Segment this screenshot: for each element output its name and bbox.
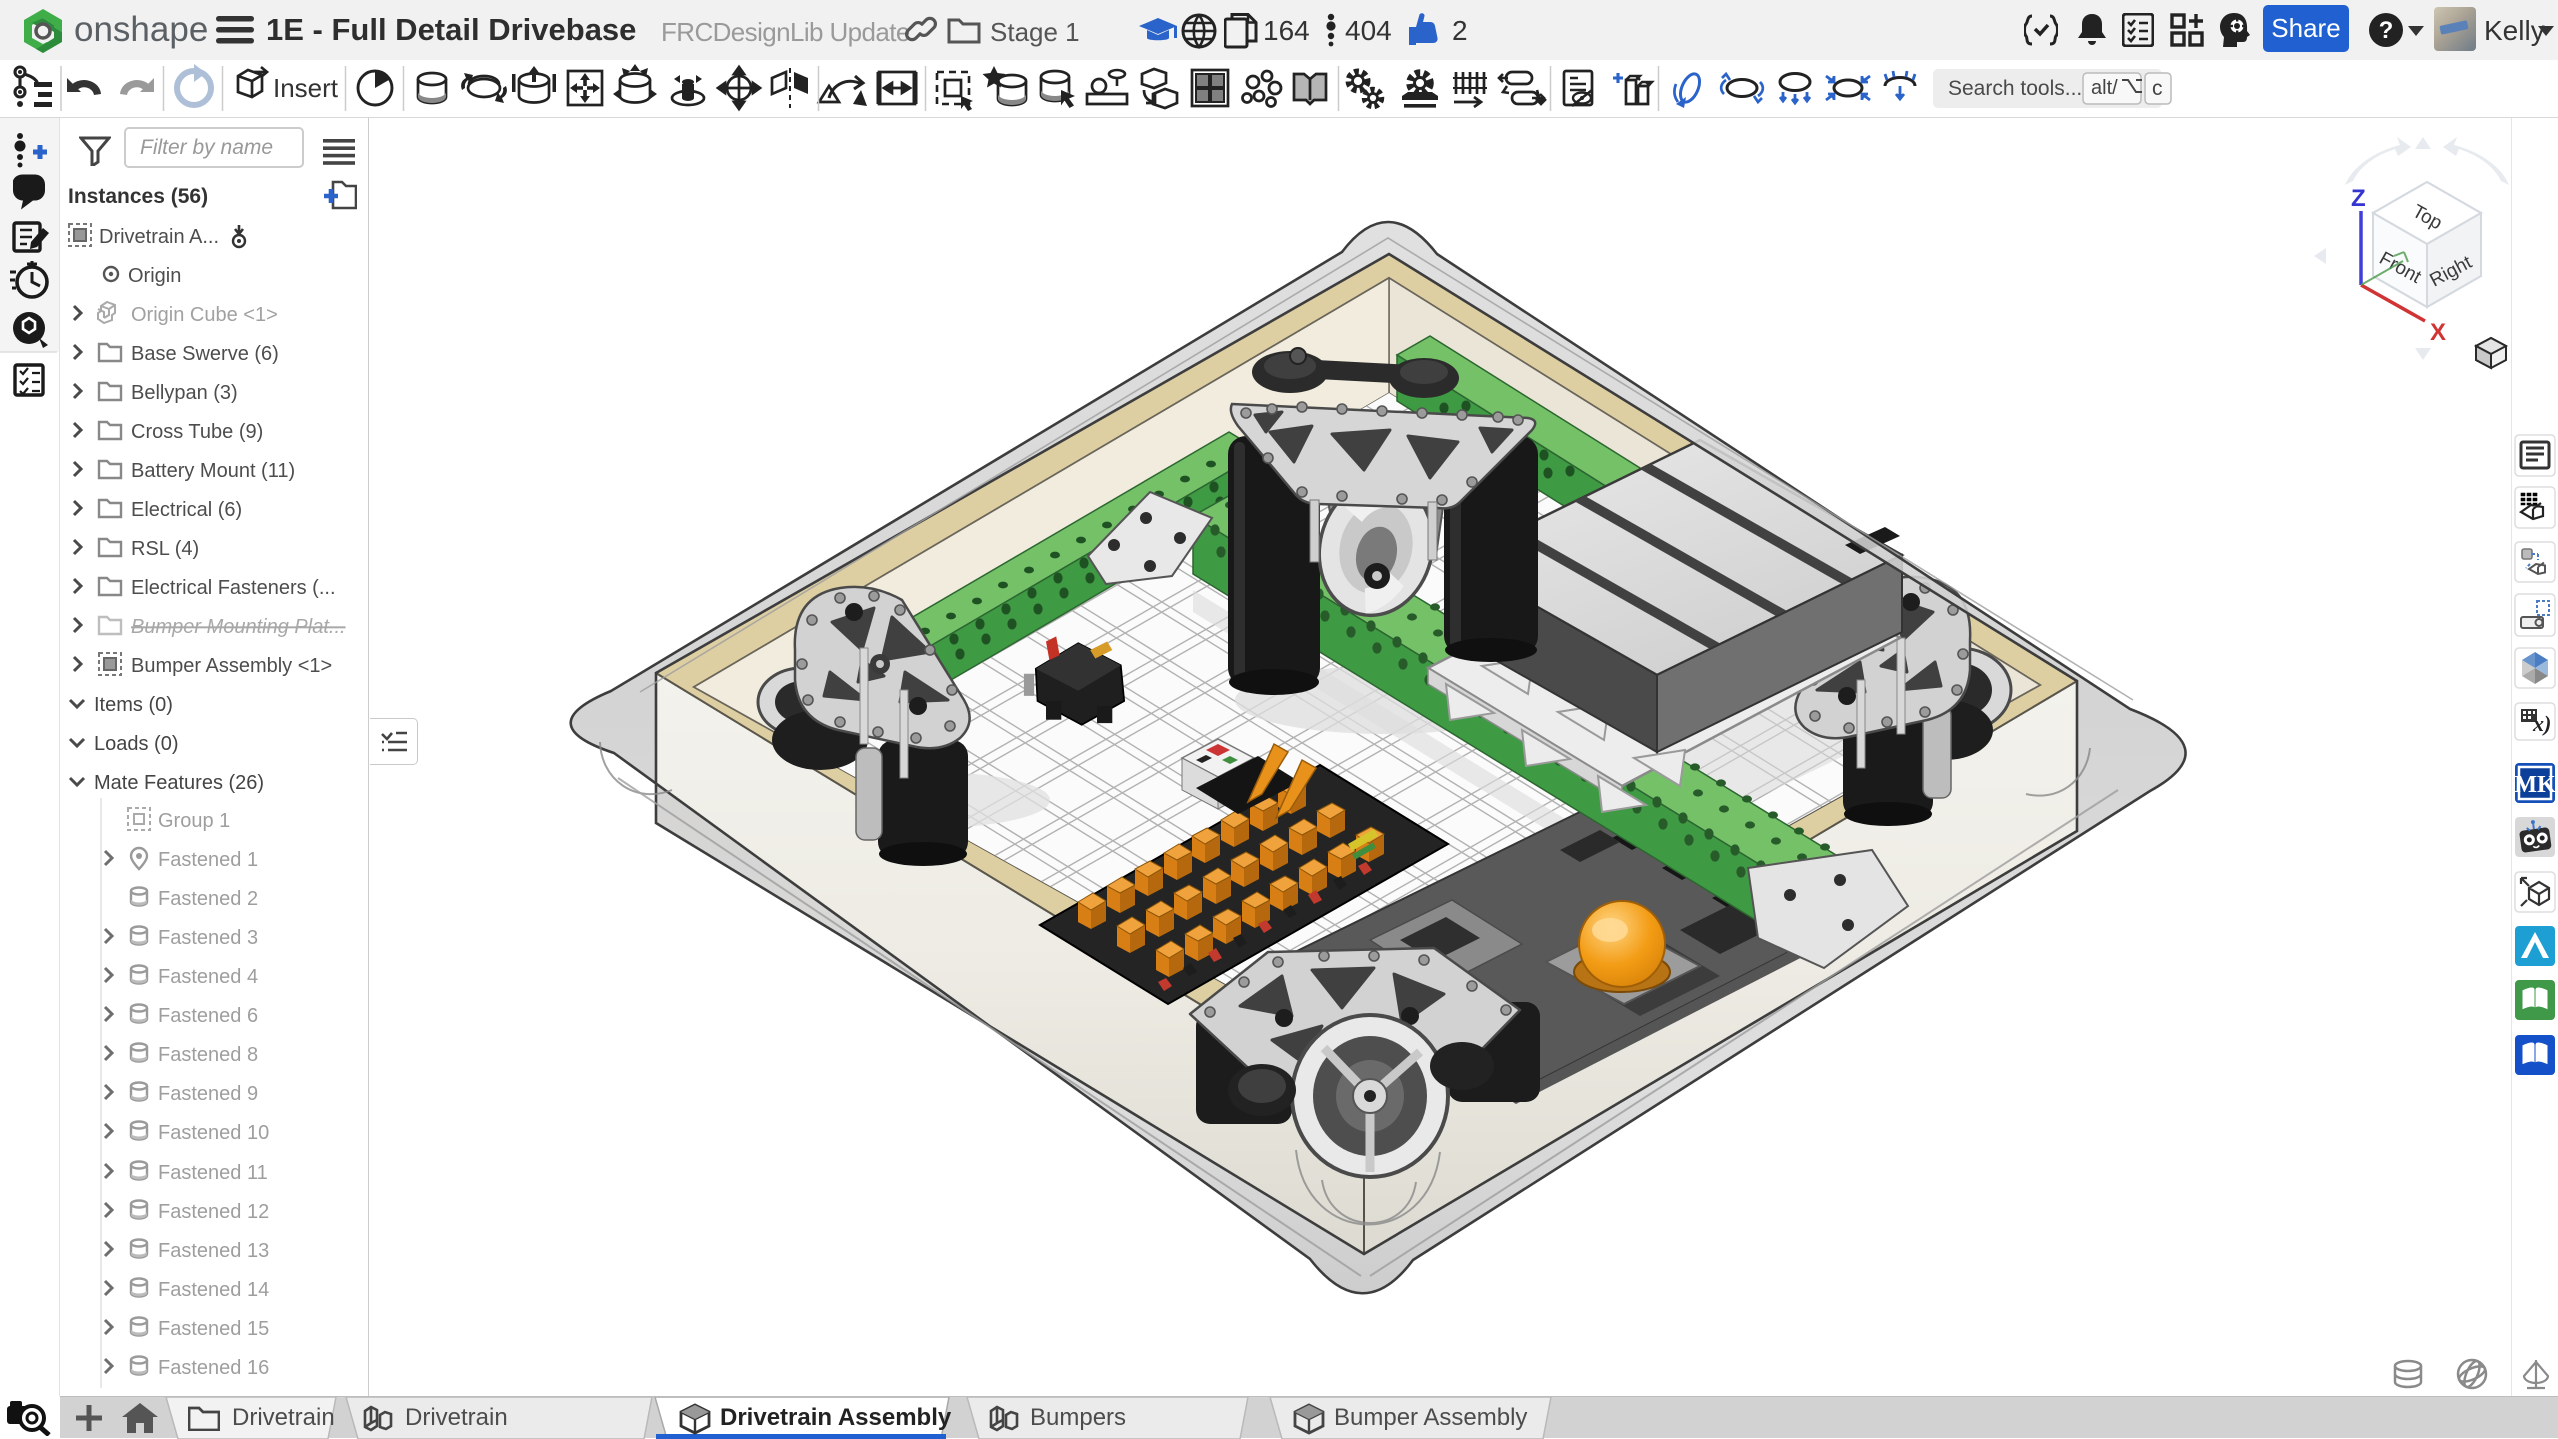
svg-text:Fastened 3: Fastened 3: [158, 927, 258, 949]
svg-text:Fastened 13: Fastened 13: [158, 1240, 269, 1262]
svg-text:Fastened 15: Fastened 15: [158, 1318, 269, 1340]
svg-text:Group 1: Group 1: [158, 810, 230, 832]
svg-text:Fastened 11: Fastened 11: [158, 1162, 268, 1184]
svg-text:MK: MK: [2514, 772, 2556, 798]
svg-text:Base Swerve (6): Base Swerve (6): [131, 343, 279, 365]
svg-text:c: c: [2152, 77, 2163, 100]
svg-text:x): x): [2532, 711, 2551, 736]
svg-text:Search tools...: Search tools...: [1948, 77, 2082, 100]
svg-text:Fastened 6: Fastened 6: [158, 1005, 258, 1027]
svg-text:Fastened 8: Fastened 8: [158, 1044, 258, 1066]
svg-text:?: ?: [2379, 17, 2394, 44]
svg-text:Fastened 12: Fastened 12: [158, 1201, 269, 1223]
svg-text:Fastened 1: Fastened 1: [158, 849, 258, 871]
svg-text:Bumper Assembly <1>: Bumper Assembly <1>: [131, 655, 332, 677]
svg-text:Fastened 4: Fastened 4: [158, 966, 258, 988]
svg-text:Drivetrain A...: Drivetrain A...: [99, 226, 219, 248]
svg-text:Battery Mount (11): Battery Mount (11): [131, 460, 295, 482]
svg-text:Electrical Fasteners (...: Electrical Fasteners (...: [131, 577, 336, 599]
svg-text:Fastened 2: Fastened 2: [158, 888, 258, 910]
svg-text:RSL (4): RSL (4): [131, 538, 199, 560]
svg-text:Fastened 16: Fastened 16: [158, 1357, 269, 1379]
svg-text:Loads (0): Loads (0): [94, 733, 179, 755]
svg-text:Fastened 10: Fastened 10: [158, 1122, 269, 1144]
svg-text:Insert: Insert: [273, 73, 339, 103]
svg-text:Bumper Mounting Plat...: Bumper Mounting Plat...: [131, 616, 346, 638]
svg-text:X: X: [2430, 319, 2446, 346]
svg-text:Fastened 9: Fastened 9: [158, 1083, 258, 1105]
svg-text:Mate Features (26): Mate Features (26): [94, 772, 264, 794]
svg-text:Z: Z: [2351, 185, 2366, 212]
svg-text:Items (0): Items (0): [94, 694, 173, 716]
svg-text:Electrical (6): Electrical (6): [131, 499, 242, 521]
svg-text:Origin: Origin: [128, 265, 181, 287]
svg-text:Fastened 14: Fastened 14: [158, 1279, 269, 1301]
svg-text:Cross Tube (9): Cross Tube (9): [131, 421, 263, 443]
svg-text:Origin Cube <1>: Origin Cube <1>: [131, 304, 278, 326]
svg-text:alt/: alt/: [2091, 77, 2118, 99]
svg-text:Bellypan (3): Bellypan (3): [131, 382, 238, 404]
